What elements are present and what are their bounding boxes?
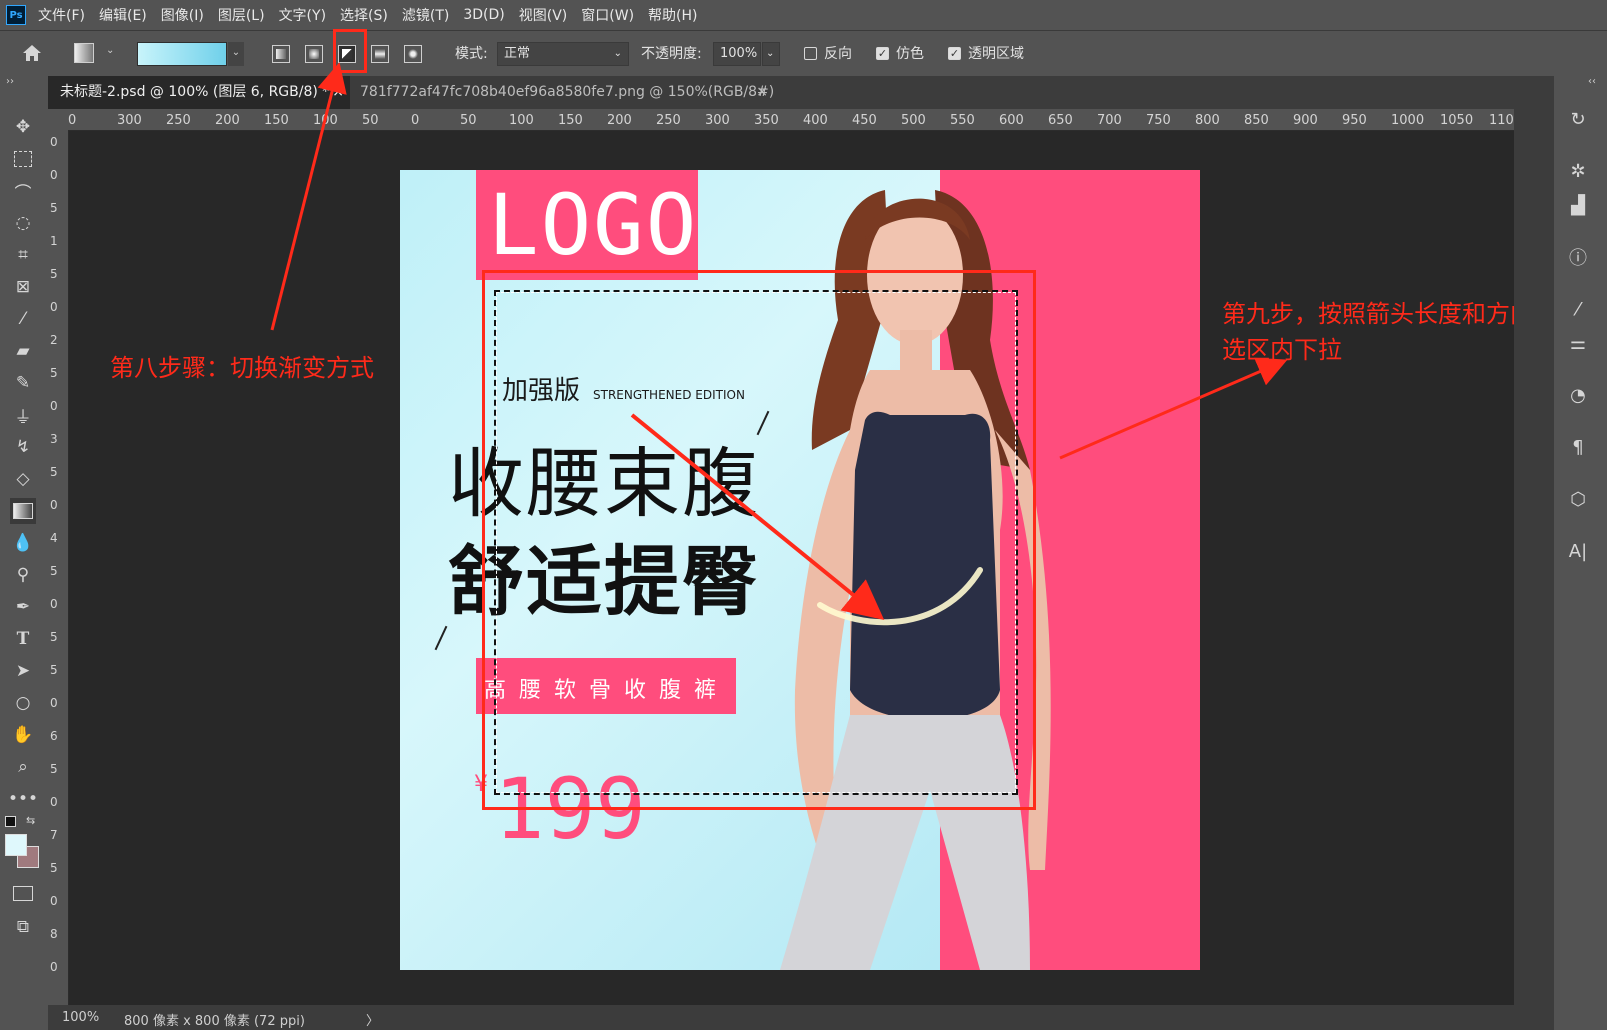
histogram-panel-icon[interactable]: ▟: [1562, 190, 1594, 220]
collapse-panel-icon[interactable]: ‹‹: [1588, 76, 1596, 87]
zoom-level[interactable]: 100%: [62, 1010, 99, 1025]
status-menu-arrow[interactable]: 〉: [366, 1010, 379, 1029]
properties-panel-icon[interactable]: ◔: [1562, 380, 1594, 410]
history-panel-icon[interactable]: ↻: [1562, 104, 1594, 134]
paragraph-panel-icon[interactable]: ¶: [1562, 432, 1594, 462]
brush-settings-icon[interactable]: ⁄: [1562, 294, 1594, 324]
adjustments-panel-icon[interactable]: ⚌: [1562, 328, 1594, 358]
info-panel-icon[interactable]: ⓘ: [1562, 242, 1594, 272]
step8-arrow: [270, 62, 347, 331]
step9-arrow: [1059, 357, 1288, 460]
drag-direction-arrow: [630, 413, 885, 621]
step9-annotation-line2: 选区内下拉: [1222, 336, 1342, 364]
right-dock-gap: [1514, 76, 1554, 1030]
annotation-arrows: [270, 62, 1288, 621]
step8-annotation: 第八步骤：切换渐变方式: [110, 354, 374, 382]
3d-panel-icon[interactable]: ⬡: [1562, 484, 1594, 514]
color-panel-icon[interactable]: ✲: [1562, 156, 1594, 186]
status-bar: 100% 800 像素 x 800 像素 (72 ppi) 〉: [48, 1005, 1514, 1030]
character-panel-icon[interactable]: A|: [1562, 536, 1594, 566]
document-size: 800 像素 x 800 像素 (72 ppi): [124, 1014, 305, 1029]
